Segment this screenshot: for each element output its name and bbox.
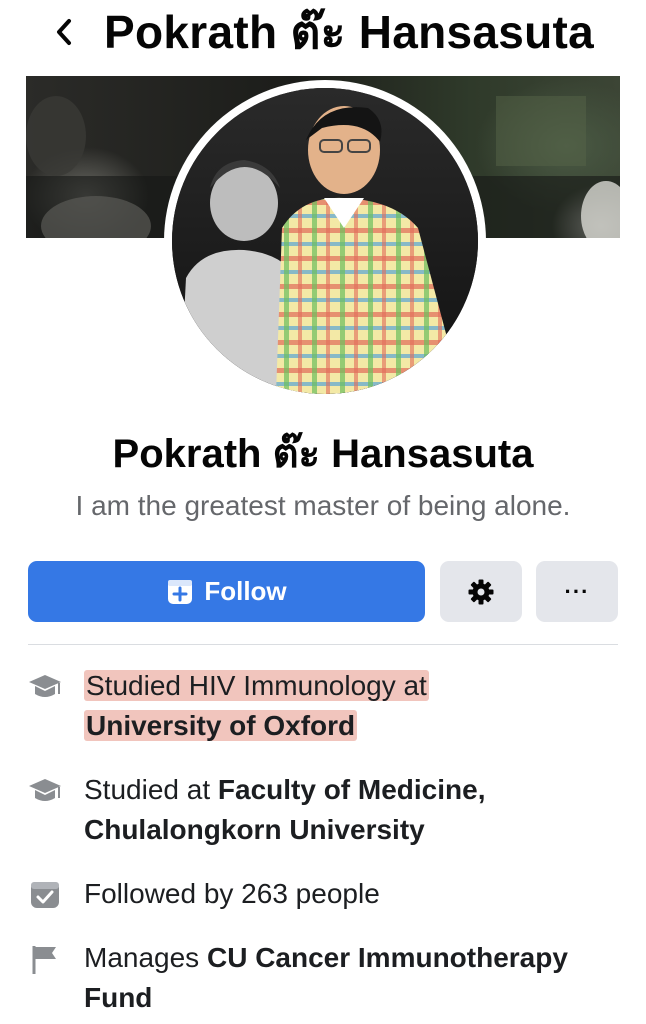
back-button[interactable] (44, 8, 84, 56)
page-title: Pokrath ต๊ะ Hansasuta (104, 6, 595, 58)
followers-text: Followed by 263 people (84, 878, 380, 909)
more-icon: ··· (564, 578, 590, 604)
followers-icon (31, 882, 59, 908)
education-oxford-school[interactable]: University of Oxford (84, 710, 358, 741)
follow-button-label: Follow (204, 576, 287, 606)
divider (28, 644, 618, 645)
manages-prefix: Manages (84, 942, 200, 973)
chevron-left-icon (57, 19, 71, 45)
graduation-cap-icon (29, 675, 61, 697)
more-options-button[interactable]: ··· (536, 561, 618, 622)
profile-bio: I am the greatest master of being alone. (75, 490, 571, 521)
profile-name: Pokrath ต๊ะ Hansasuta (112, 432, 534, 476)
flag-icon (32, 946, 56, 974)
profile-picture[interactable] (164, 80, 486, 402)
settings-button[interactable] (440, 561, 522, 622)
education-oxford-prefix: Studied HIV Immunology at (84, 670, 429, 701)
top-bar: Pokrath ต๊ะ Hansasuta (0, 0, 646, 64)
follow-button[interactable]: Follow (28, 561, 425, 622)
follow-add-icon (168, 579, 193, 604)
education-chula-prefix: Studied at (84, 774, 211, 805)
profile-picture-image (172, 88, 478, 394)
graduation-cap-icon (29, 779, 61, 801)
gear-icon (468, 579, 494, 604)
